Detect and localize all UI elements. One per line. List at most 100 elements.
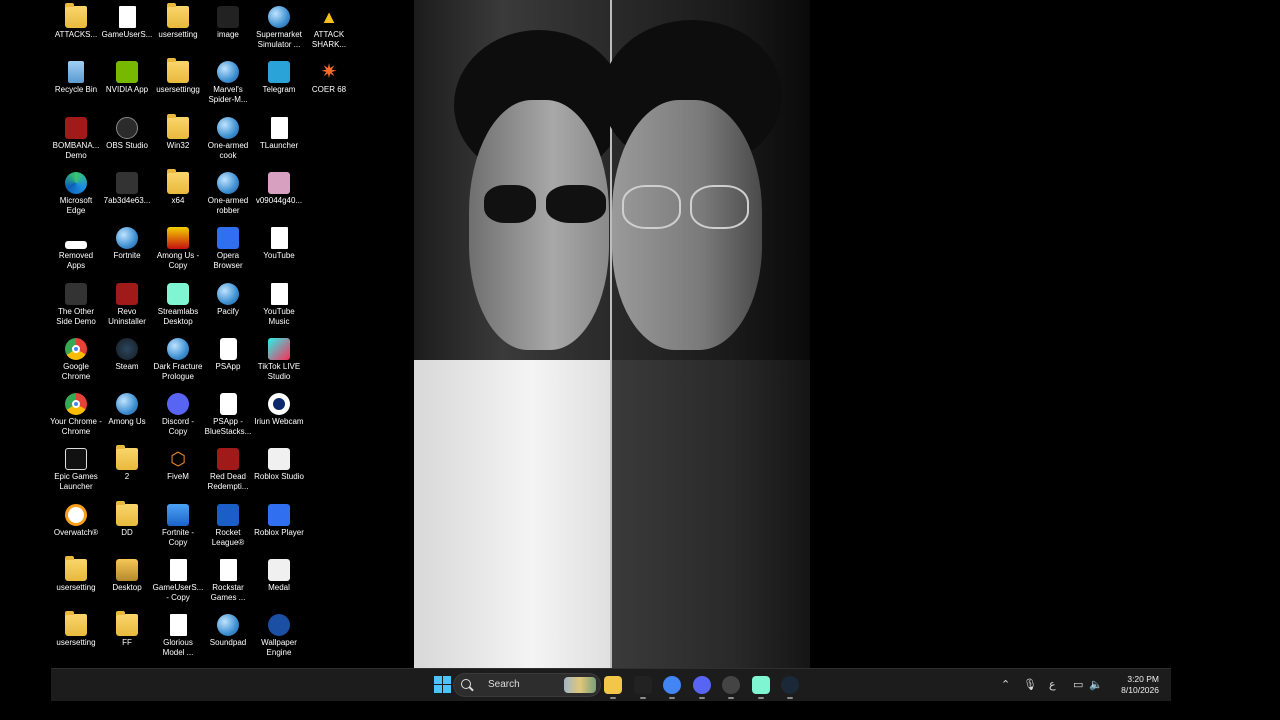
globe-icon [217,283,239,305]
desktop-icon[interactable]: Marvel's Spider-M... [202,61,254,105]
desktop-icon[interactable]: Microsoft Edge [50,172,102,216]
desktop-icon[interactable]: usersetting [152,3,204,40]
desktop-icon[interactable]: Roblox Player [253,504,305,538]
globe-icon [217,614,239,636]
desktop-icon[interactable]: ATTACKS... [50,3,102,40]
desktop-icon[interactable]: Glorious Model ... [152,614,204,658]
recycle-bin-icon [68,61,84,83]
desktop-icon-label: ATTACKS... [54,30,98,39]
clock[interactable]: 3:20 PM 8/10/2026 [1121,674,1159,696]
wallpaper-left-half [414,0,624,668]
language-indicator[interactable]: ع [1049,678,1056,691]
desktop-icon[interactable]: ATTACK SHARK... [303,6,355,50]
desktop-icon[interactable]: Opera Browser [202,227,254,271]
wallpaper-image [414,0,810,668]
desktop-icon[interactable]: GameUserS... - Copy [152,559,204,603]
desktop-icon[interactable]: Red Dead Redempti... [202,448,254,492]
taskbar-app-epic-games[interactable] [634,676,652,699]
desktop-icon[interactable]: usersettingg [152,58,204,95]
desktop-icon[interactable]: Overwatch® [50,504,102,538]
desktop-icon-label: Medal [268,583,290,592]
desktop-icon-label: Marvel's Spider-M... [208,85,248,104]
desktop-icon[interactable]: usersetting [50,611,102,648]
desktop-icon[interactable]: GameUserS... [101,6,153,40]
desktop-icon[interactable]: TLauncher [253,117,305,151]
desktop-icon[interactable]: Win32 [152,114,204,151]
desktop-icon[interactable]: Fortnite - Copy [152,504,204,548]
settings-file-icon [169,559,187,581]
desktop-icon[interactable]: Among Us [101,393,153,427]
desktop-icon[interactable]: x64 [152,169,204,206]
desktop-icon[interactable]: Pacify [202,283,254,317]
desktop-icon[interactable]: PSApp - BlueStacks... [202,393,254,437]
desktop-icon[interactable]: Roblox Studio [253,448,305,482]
desktop-icon[interactable]: PSApp [202,338,254,372]
desktop-icon-label: Fortnite - Copy [161,528,194,547]
desktop-icon-label: v09044g40... [255,196,303,205]
running-indicator [787,697,793,699]
desktop-icon[interactable]: The Other Side Demo [50,283,102,327]
desktop-icon[interactable]: FiveM [152,448,204,482]
chrome-icon [663,676,681,694]
desktop-icon[interactable]: Streamlabs Desktop [152,283,204,327]
desktop-icon[interactable]: 2 [101,445,153,482]
start-button[interactable] [434,676,452,694]
desktop-icon[interactable]: Soundpad [202,614,254,648]
taskbar-app-chrome[interactable] [663,676,681,699]
desktop-icon[interactable]: YouTube Music [253,283,305,327]
desktop-icon-label: Iriun Webcam [254,417,304,426]
desktop-icon[interactable]: Iriun Webcam [253,393,305,427]
taskbar-app-obs[interactable] [722,676,740,699]
taskbar-search[interactable]: Search [453,673,601,697]
desktop-icon[interactable]: DD [101,501,153,538]
desktop-icon[interactable]: image [202,6,254,40]
microphone-icon[interactable]: 🎙 [1023,678,1037,691]
desktop-icon[interactable]: v09044g40... [253,172,305,206]
desktop-icon[interactable]: Discord - Copy [152,393,204,437]
desktop-icon[interactable]: Desktop [101,559,153,593]
desktop-icon[interactable]: One-armed cook [202,117,254,161]
chevron-up-icon[interactable]: ⌃ [1001,678,1010,691]
search-highlight-icon [564,677,596,693]
desktop-icon[interactable]: Steam [101,338,153,372]
volume-icon[interactable]: 🔈 [1089,678,1103,691]
desktop-icon[interactable]: Among Us - Copy [152,227,204,271]
desktop-icon-label: Your Chrome - Chrome [50,417,102,436]
desktop-icon[interactable]: usersetting [50,556,102,593]
desktop-icon[interactable]: Epic Games Launcher [50,448,102,492]
desktop-icon[interactable]: Dark Fracture Prologue [152,338,204,382]
desktop-icon[interactable]: Rockstar Games ... [202,559,254,603]
desktop-icon[interactable]: 7ab3d4e63... [101,172,153,206]
desktop-icon[interactable]: NVIDIA App [101,61,153,95]
telegram-icon [268,61,290,83]
desktop-icon[interactable]: Medal [253,559,305,593]
desktop-icon[interactable]: Removed Apps [50,227,102,271]
taskbar-app-steam[interactable] [781,676,799,699]
desktop-icon[interactable]: One-armed robber [202,172,254,216]
desktop-icon[interactable]: COER 68 [303,61,355,95]
desktop-icon[interactable]: Rocket League® [202,504,254,548]
desktop-icon-label: Soundpad [209,638,247,647]
desktop-icon[interactable]: FF [101,611,153,648]
desktop-icon-label: Rocket League® [211,528,245,547]
running-indicator [610,697,616,699]
desktop-icon[interactable]: YouTube [253,227,305,261]
wallpaper-engine-icon [268,614,290,636]
desktop-icon-label: usersetting [56,583,96,592]
desktop-icon[interactable]: Fortnite [101,227,153,261]
desktop-icon[interactable]: Recycle Bin [50,61,102,95]
taskbar-app-streamlabs[interactable] [752,676,770,699]
taskbar-app-discord[interactable] [693,676,711,699]
desktop-icon[interactable]: BOMBANA... Demo [50,117,102,161]
nvidia-icon [116,61,138,83]
network-icon[interactable]: ▭ [1073,678,1083,691]
desktop-icon[interactable]: Supermarket Simulator ... [253,6,305,50]
desktop-icon[interactable]: OBS Studio [101,117,153,151]
taskbar-app-file-explorer[interactable] [604,676,622,699]
desktop-icon[interactable]: Wallpaper Engine [253,614,305,658]
desktop-icon[interactable]: TikTok LIVE Studio [253,338,305,382]
desktop-icon[interactable]: Your Chrome - Chrome [50,393,102,437]
desktop-icon[interactable]: Google Chrome [50,338,102,382]
desktop-icon[interactable]: Telegram [253,61,305,95]
desktop-icon[interactable]: Revo Uninstaller [101,283,153,327]
